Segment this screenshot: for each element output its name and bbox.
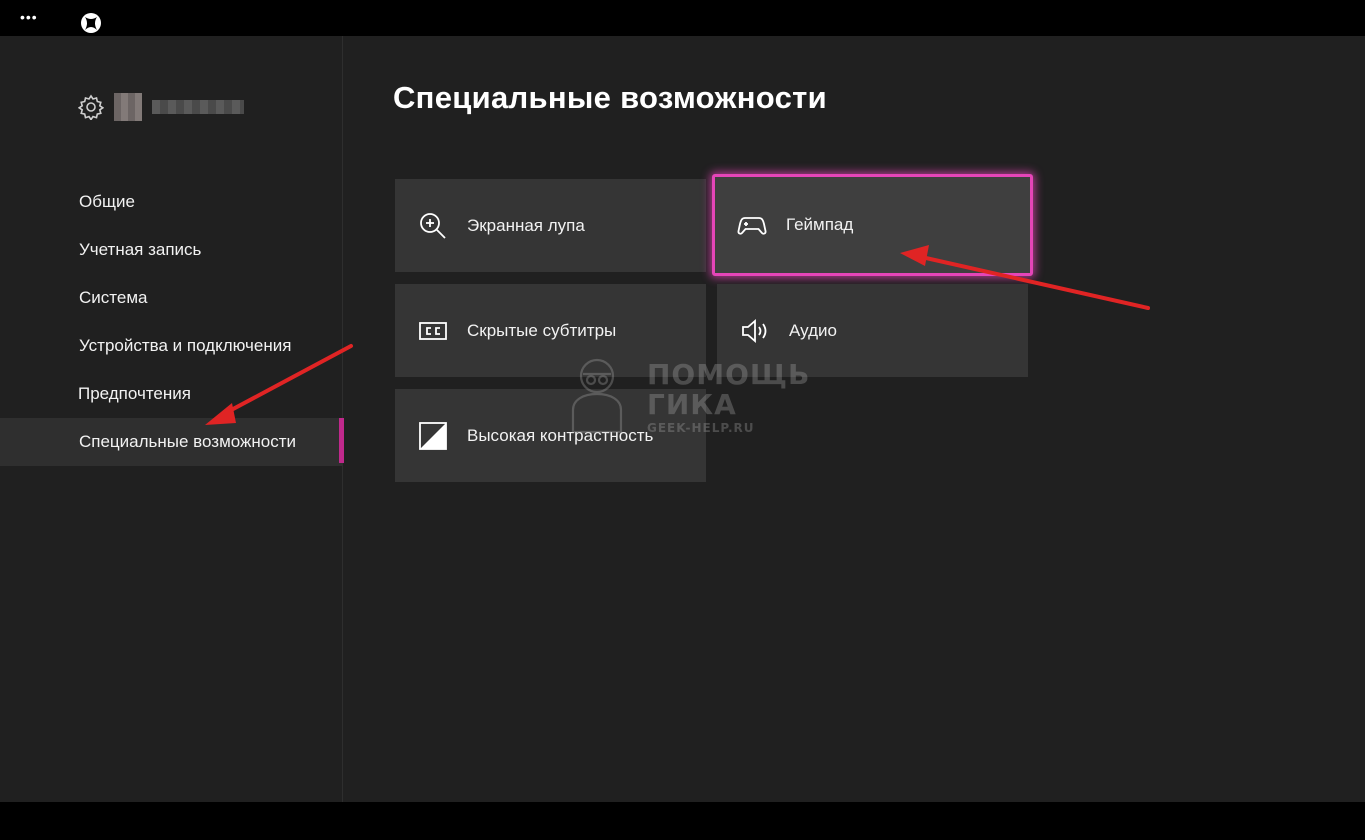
tile-gamepad[interactable]: Геймпад xyxy=(712,174,1033,276)
nav-item-account[interactable]: Учетная запись xyxy=(0,226,343,274)
tile-label: Геймпад xyxy=(786,215,854,234)
tile-magnifier[interactable]: Экранная лупа xyxy=(395,179,706,272)
settings-nav: Общие Учетная запись Система Устройства … xyxy=(0,178,344,466)
avatar xyxy=(114,93,142,121)
tile-label: Скрытые субтитры xyxy=(467,320,617,340)
gamertag-blurred xyxy=(152,100,244,114)
nav-item-accessibility[interactable]: Специальные возможности xyxy=(0,418,344,466)
more-dots-icon[interactable]: ••• xyxy=(20,10,38,24)
closed-captions-icon xyxy=(419,321,447,340)
gamepad-icon xyxy=(737,217,767,235)
tile-audio[interactable]: Аудио xyxy=(717,284,1028,377)
settings-app: Общие Учетная запись Система Устройства … xyxy=(0,36,1365,802)
tile-label: Экранная лупа xyxy=(467,215,585,235)
sidebar: Общие Учетная запись Система Устройства … xyxy=(0,36,344,802)
tile-high-contrast[interactable]: Высокая контрастность xyxy=(395,389,706,482)
tile-closed-captions[interactable]: Скрытые субтитры xyxy=(395,284,706,377)
high-contrast-icon xyxy=(419,421,447,450)
tile-label: Высокая контрастность xyxy=(467,425,654,445)
page-title: Специальные возможности xyxy=(393,80,827,115)
tile-label: Аудио xyxy=(789,320,837,340)
main-panel: Специальные возможности Экранная лупа Ге… xyxy=(343,36,1365,802)
nav-item-general[interactable]: Общие xyxy=(0,178,343,226)
profile[interactable] xyxy=(78,92,244,122)
gear-icon xyxy=(78,94,104,120)
speaker-icon xyxy=(742,318,767,343)
magnifier-icon xyxy=(420,212,446,239)
nav-item-system[interactable]: Система xyxy=(0,274,343,322)
xbox-logo-icon[interactable] xyxy=(80,12,102,34)
bottom-bar xyxy=(0,802,1365,840)
nav-item-preferences[interactable]: Предпочтения xyxy=(0,370,343,418)
top-bar: ••• xyxy=(0,0,1365,36)
nav-item-devices[interactable]: Устройства и подключения xyxy=(0,322,343,370)
